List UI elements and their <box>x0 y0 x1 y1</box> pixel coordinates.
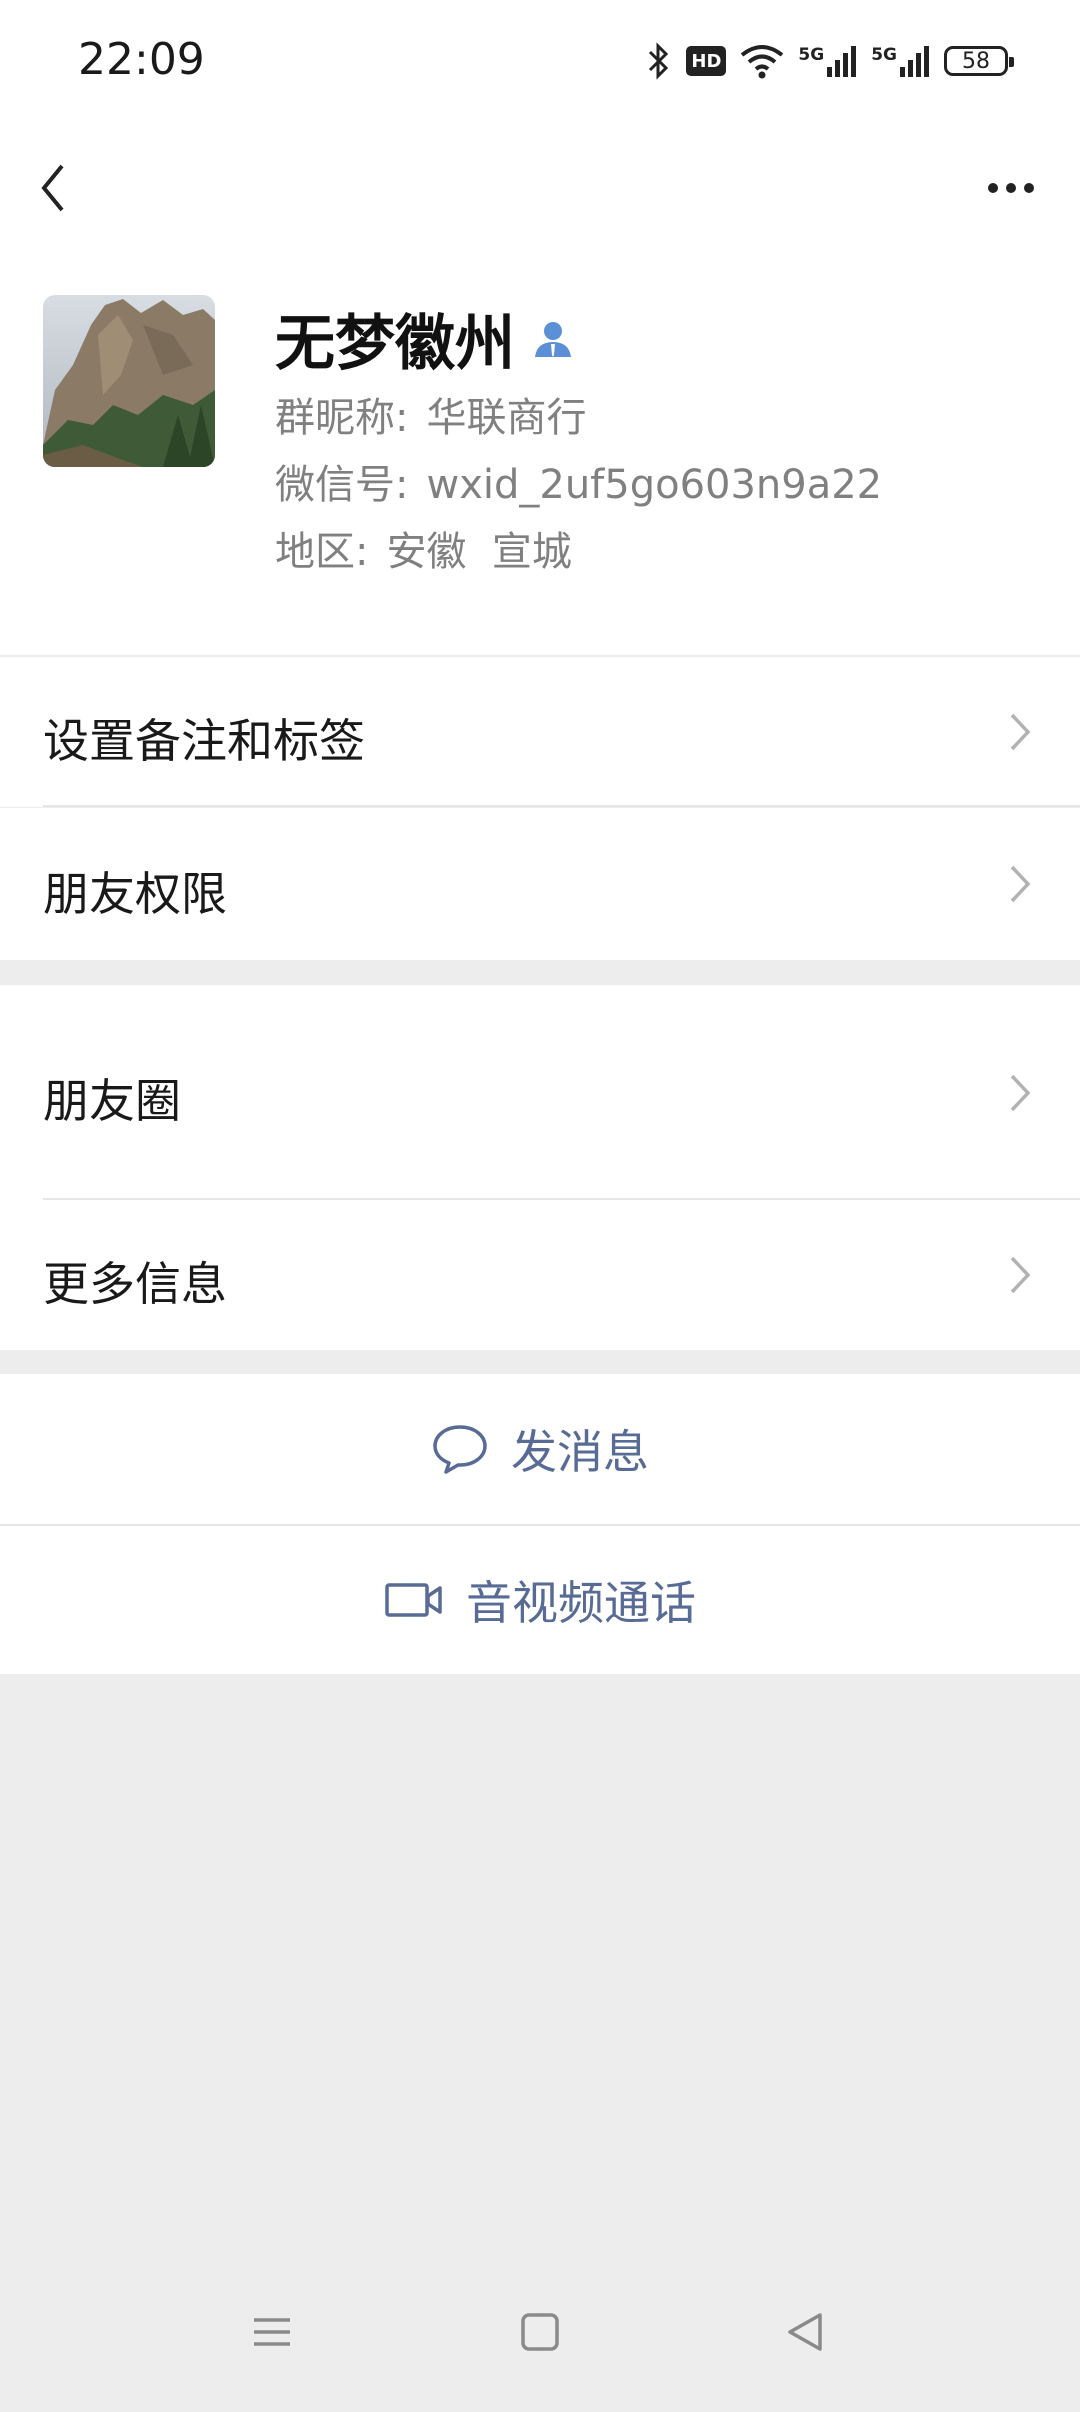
back-arrow-icon <box>41 164 64 212</box>
battery-level: 58 <box>962 48 990 74</box>
moments-row[interactable]: 朋友圈 <box>0 985 1080 1200</box>
menu-lines-icon <box>254 2318 290 2346</box>
more-options-button[interactable] <box>966 150 1056 230</box>
wechat-id-label: 微信号: <box>275 462 409 508</box>
system-navigation-bar <box>0 2262 1080 2412</box>
hd-icon: HD <box>686 46 727 76</box>
contact-name: 无梦徽州 <box>275 309 515 379</box>
region-label: 地区: <box>275 529 369 575</box>
back-triangle-icon <box>788 2313 822 2351</box>
battery-icon: 58 <box>944 46 1014 76</box>
network-type: 5G <box>798 45 825 65</box>
send-message-button[interactable]: 发消息 <box>0 1374 1080 1524</box>
bluetooth-icon <box>646 41 672 81</box>
set-remark-row[interactable]: 设置备注和标签 <box>0 657 1080 807</box>
wechat-id-value[interactable]: wxid_2uf5go603n9a22 <box>426 462 882 508</box>
signal-icon-1: 5G <box>798 45 857 77</box>
region-value: 安徽 宣城 <box>386 529 572 575</box>
video-call-button[interactable]: 音视频通话 <box>0 1526 1080 1674</box>
back-button[interactable] <box>28 150 108 230</box>
chevron-right-icon <box>1010 1074 1031 1112</box>
contact-person-icon <box>535 321 571 357</box>
profile-header: 无梦徽州 群昵称: 华联商行 微信号: wxid_2uf5go603n9a22 地区… <box>0 255 1080 659</box>
video-call-label: 音视频通话 <box>466 1576 696 1630</box>
wifi-icon <box>740 43 784 79</box>
set-remark-label: 设置备注和标签 <box>43 714 365 768</box>
more-info-row[interactable]: 更多信息 <box>0 1200 1080 1350</box>
group-nickname-value: 华联商行 <box>426 395 587 441</box>
top-nav <box>0 120 1080 255</box>
home-square-icon <box>521 2313 559 2351</box>
wechat-id-line: 微信号: wxid_2uf5go603n9a22 <box>275 452 882 510</box>
chevron-right-icon <box>1010 713 1031 751</box>
group-nickname-line: 群昵称: 华联商行 <box>275 385 586 443</box>
more-info-label: 更多信息 <box>43 1257 227 1311</box>
chat-bubble-icon <box>433 1425 487 1474</box>
mountain-photo <box>43 295 215 467</box>
region-line: 地区: 安徽 宣城 <box>275 519 572 577</box>
network-type: 5G <box>871 45 897 65</box>
friend-permissions-label: 朋友权限 <box>43 867 227 921</box>
chevron-right-icon <box>1010 865 1031 903</box>
friend-permissions-row[interactable]: 朋友权限 <box>0 808 1080 960</box>
divider <box>43 805 1080 807</box>
home-button[interactable] <box>510 2302 570 2362</box>
chevron-right-icon <box>1010 1256 1031 1294</box>
system-back-button[interactable] <box>776 2302 836 2362</box>
name-row: 无梦徽州 <box>275 295 575 382</box>
avatar[interactable] <box>43 295 215 467</box>
status-icons: HD 5G 5G 58 <box>646 38 1014 84</box>
video-camera-icon <box>385 1583 442 1617</box>
signal-icon-2: 5G <box>871 45 930 77</box>
moments-label: 朋友圈 <box>43 1074 181 1128</box>
status-bar: 22:09 HD 5G 5G 58 <box>0 0 1080 120</box>
group-nickname-label: 群昵称: <box>275 395 409 441</box>
recent-apps-button[interactable] <box>242 2302 302 2362</box>
send-message-label: 发消息 <box>511 1425 649 1479</box>
ellipsis-icon <box>988 183 1034 193</box>
status-time: 22:09 <box>78 34 205 85</box>
